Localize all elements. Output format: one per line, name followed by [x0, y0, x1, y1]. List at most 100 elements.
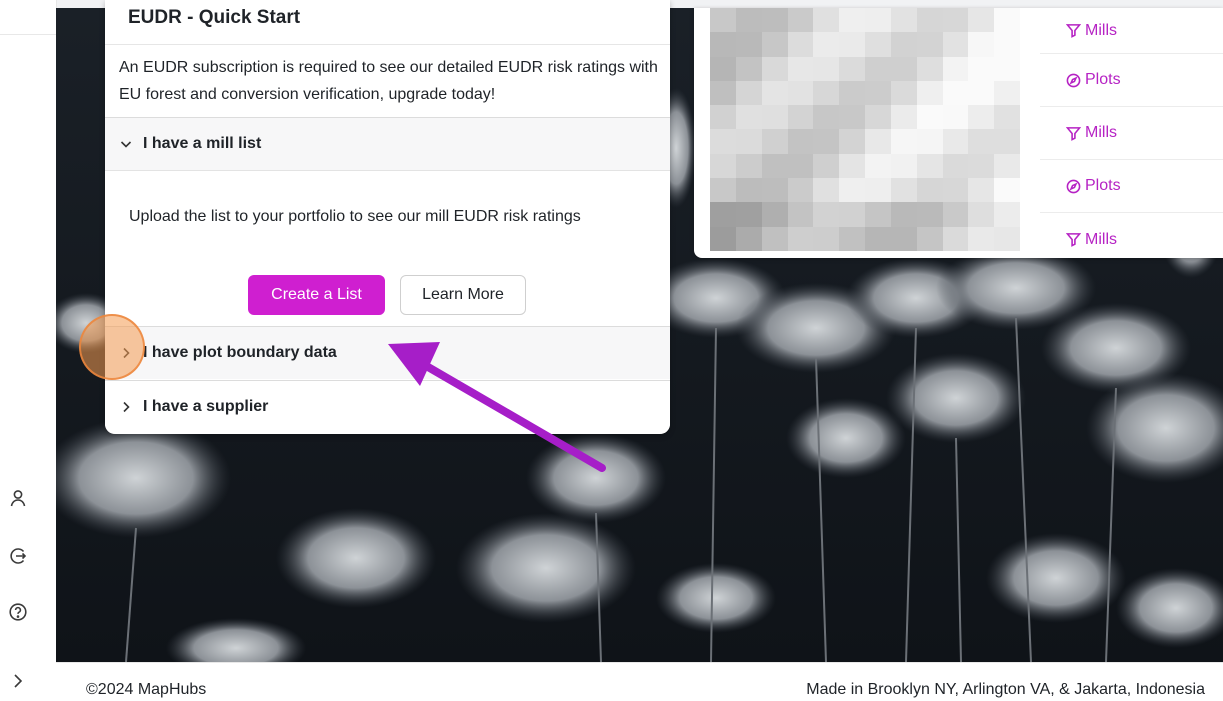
mosaic-tile: [865, 80, 891, 106]
mosaic-tile: [735, 153, 762, 179]
compass-icon: [1066, 179, 1081, 193]
mosaic-tile: [813, 56, 840, 81]
tag-label: Plots: [1085, 71, 1121, 88]
mosaic-tile: [839, 105, 865, 130]
tag-plots[interactable]: Plots: [1040, 54, 1223, 107]
mosaic-tile: [994, 153, 1020, 179]
mosaic-tile: [890, 129, 917, 154]
mosaic-tile: [813, 32, 840, 57]
mosaic-tile: [710, 178, 736, 203]
mosaic-tile: [710, 105, 736, 130]
mosaic-tile: [916, 8, 943, 33]
mosaic-tile: [761, 226, 788, 251]
tag-label: Mills: [1085, 21, 1117, 39]
mosaic-tile: [839, 8, 865, 33]
accordion-label: I have a supplier: [143, 398, 269, 415]
mosaic-tile: [839, 80, 865, 106]
accordion-label: I have plot boundary data: [143, 344, 337, 361]
mosaic-tile: [761, 105, 788, 130]
mosaic-tile: [968, 56, 995, 81]
chevron-right-icon[interactable]: [6, 669, 30, 693]
user-icon[interactable]: [6, 486, 30, 510]
help-icon[interactable]: [6, 600, 30, 624]
mosaic-tile: [761, 153, 788, 179]
mosaic-tile: [890, 56, 917, 81]
mosaic-tile: [787, 129, 814, 154]
mosaic-tile: [839, 153, 865, 179]
accordion-header-mill-list[interactable]: I have a mill list: [105, 118, 670, 170]
mosaic-tile: [916, 80, 943, 106]
funnel-icon: [1066, 24, 1081, 38]
mosaic-tile: [710, 202, 736, 227]
mosaic-tile: [942, 178, 969, 203]
mosaic-tile: [968, 226, 995, 251]
mosaic-tile: [761, 8, 788, 33]
mosaic-tile: [942, 32, 969, 57]
mosaic-tile: [839, 226, 865, 251]
mosaic-tile: [968, 202, 995, 227]
mosaic-tile: [942, 105, 969, 130]
mosaic-tile: [735, 226, 762, 251]
mosaic-tile: [865, 202, 891, 227]
mosaic-tile: [865, 178, 891, 203]
mosaic-tile: [994, 226, 1020, 251]
mosaic-tile: [942, 202, 969, 227]
mosaic-tile: [890, 202, 917, 227]
mosaic-tile: [710, 32, 736, 57]
tag-label: Mills: [1085, 230, 1117, 248]
mosaic-tile: [890, 80, 917, 106]
mosaic-tile: [813, 80, 840, 106]
mosaic-tile: [916, 202, 943, 227]
mosaic-tile: [735, 129, 762, 154]
mosaic-tile: [710, 129, 736, 154]
mosaic-tile: [994, 80, 1020, 106]
mosaic-tile: [813, 129, 840, 154]
mosaic-tile: [761, 56, 788, 81]
mosaic-tile: [865, 32, 891, 57]
tag-mills[interactable]: Mills: [1040, 8, 1223, 54]
mill-list-instructions: Upload the list to your portfolio to see…: [129, 208, 581, 225]
mosaic-tile: [994, 178, 1020, 203]
mosaic-tile: [865, 105, 891, 130]
mosaic-tile: [968, 178, 995, 203]
tag-mills[interactable]: Mills: [1040, 107, 1223, 160]
tag-list: Mills Plots Mills Plots Mills: [1040, 8, 1223, 258]
mosaic-tile: [761, 80, 788, 106]
mosaic-tile: [968, 129, 995, 154]
mosaic-tile: [968, 8, 995, 33]
mosaic-tile: [735, 178, 762, 203]
mosaic-tile: [813, 105, 840, 130]
mosaic-tile: [735, 8, 762, 33]
mosaic-tile: [813, 153, 840, 179]
mosaic-tile: [787, 80, 814, 106]
learn-more-button[interactable]: Learn More: [400, 275, 526, 315]
mosaic-tile: [916, 178, 943, 203]
mosaic-tile: [787, 56, 814, 81]
mosaic-tile: [994, 202, 1020, 227]
logout-icon[interactable]: [6, 544, 30, 568]
mosaic-tile: [968, 105, 995, 130]
made-in-text: Made in Brooklyn NY, Arlington VA, & Jak…: [806, 681, 1205, 698]
mosaic-tile: [839, 32, 865, 57]
tag-plots[interactable]: Plots: [1040, 160, 1223, 213]
mosaic-tile: [916, 56, 943, 81]
mosaic-tile: [787, 202, 814, 227]
mosaic-tile: [735, 202, 762, 227]
tag-mills[interactable]: Mills: [1040, 213, 1223, 266]
left-rail: [0, 0, 57, 700]
preview-panel: Mills Plots Mills Plots Mills: [694, 8, 1223, 258]
mosaic-tile: [839, 56, 865, 81]
mosaic-tile: [890, 226, 917, 251]
mosaic-tile: [865, 129, 891, 154]
accordion-body-mill-list: Upload the list to your portfolio to see…: [105, 170, 670, 327]
mosaic-tile: [890, 105, 917, 130]
mosaic-tile: [994, 8, 1020, 33]
mosaic-tile: [890, 178, 917, 203]
mosaic-tile: [865, 226, 891, 251]
mosaic-tile: [735, 105, 762, 130]
create-list-button[interactable]: Create a List: [248, 275, 385, 315]
mosaic-tile: [813, 202, 840, 227]
mosaic-tile: [916, 105, 943, 130]
chevron-right-icon: [119, 400, 133, 414]
mosaic-tile: [710, 226, 736, 251]
